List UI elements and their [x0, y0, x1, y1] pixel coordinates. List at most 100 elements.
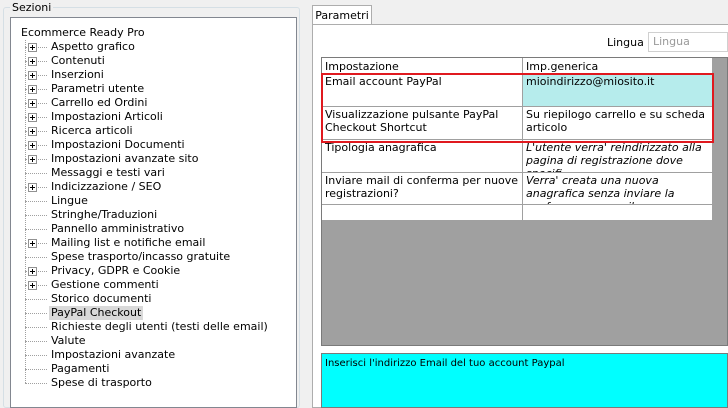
setting-value[interactable]: L'utente verra' reindirizzato alla pagin…	[523, 140, 713, 172]
tree-item-label: Spese di trasporto	[51, 376, 152, 389]
tree-root-label: Ecommerce Ready Pro	[21, 26, 145, 39]
column-header-value: Imp.generica	[523, 58, 713, 73]
tree-item[interactable]: Richieste degli utenti (testi delle emai…	[25, 320, 285, 334]
tree-item-label: Lingue	[51, 194, 88, 207]
tree-item-label: Indicizzazione / SEO	[51, 180, 162, 193]
tree-item-label: Mailing list e notifiche email	[51, 236, 206, 249]
setting-name: Visualizzazione pulsante PayPal Checkout…	[322, 107, 523, 139]
sections-title: Sezioni	[10, 1, 54, 14]
setting-value-input[interactable]: mioindirizzo@miosito.it	[523, 74, 713, 106]
setting-value[interactable]	[523, 205, 713, 220]
sections-groupbox: Sezioni Ecommerce Ready Pro Aspetto graf…	[3, 1, 300, 408]
tree-branch-line	[25, 299, 47, 300]
tree-item[interactable]: Ricerca articoli	[25, 124, 285, 138]
expand-plus-icon[interactable]	[28, 99, 37, 108]
column-header-setting: Impostazione	[322, 58, 523, 73]
tree-item[interactable]: Storico documenti	[25, 292, 285, 306]
tree-branch-line	[25, 327, 47, 328]
expand-plus-icon[interactable]	[28, 155, 37, 164]
tree-item-label: Gestione commenti	[51, 278, 159, 291]
table-row-empty[interactable]	[322, 205, 713, 221]
expand-plus-icon[interactable]	[28, 239, 37, 248]
tree-item[interactable]: Spese trasporto/incasso gratuite	[25, 250, 285, 264]
tree-item-label: Parametri utente	[51, 82, 145, 95]
expand-plus-icon[interactable]	[28, 57, 37, 66]
tree-item[interactable]: Impostazioni avanzate sito	[25, 152, 285, 166]
language-select[interactable]: Lingua default	[648, 32, 728, 52]
tree-item[interactable]: Impostazioni Articoli	[25, 110, 285, 124]
expand-plus-icon[interactable]	[28, 71, 37, 80]
expand-plus-icon[interactable]	[28, 141, 37, 150]
tree-item[interactable]: Stringhe/Traduzioni	[25, 208, 285, 222]
tree-item-label: Storico documenti	[51, 292, 152, 305]
table-row[interactable]: Email account PayPal mioindirizzo@miosit…	[322, 74, 713, 107]
tree-branch-line	[25, 369, 47, 370]
table-row[interactable]: Visualizzazione pulsante PayPal Checkout…	[322, 107, 713, 140]
settings-table: Impostazione Imp.generica Email account …	[322, 58, 713, 221]
settings-grid: Impostazione Imp.generica Email account …	[321, 57, 728, 346]
tree-root[interactable]: Ecommerce Ready Pro	[19, 26, 147, 40]
tree-item[interactable]: Valute	[25, 334, 285, 348]
tree-item-label: Ricerca articoli	[51, 124, 133, 137]
tree-branch-line	[25, 173, 47, 174]
expand-plus-icon[interactable]	[28, 43, 37, 52]
tree-item-label: Impostazioni avanzate sito	[51, 152, 199, 165]
tree-item[interactable]: Gestione commenti	[25, 278, 285, 292]
expand-plus-icon[interactable]	[28, 127, 37, 136]
tree-item-label: Privacy, GDPR e Cookie	[51, 264, 181, 277]
tree-branch-line	[25, 383, 47, 384]
tree-branch-line	[25, 229, 47, 230]
table-row[interactable]: Inviare mail di conferma per nuove regis…	[322, 173, 713, 205]
expand-plus-icon[interactable]	[28, 281, 37, 290]
tree-item-label: Aspetto grafico	[51, 40, 135, 53]
tree-item[interactable]: Pagamenti	[25, 362, 285, 376]
tree-item[interactable]: Indicizzazione / SEO	[25, 180, 285, 194]
tree-item[interactable]: Carrello ed Ordini	[25, 96, 285, 110]
tree-item[interactable]: Aspetto grafico	[25, 40, 285, 54]
tree-item-label: Valute	[51, 334, 86, 347]
tree-item-label: Carrello ed Ordini	[51, 96, 148, 109]
tree-item[interactable]: Contenuti	[25, 54, 285, 68]
tree-item-label: Messaggi e testi vari	[51, 166, 165, 179]
tree-item[interactable]: Pannello amministrativo	[25, 222, 285, 236]
setting-name	[322, 205, 523, 220]
tree-item[interactable]: Inserzioni	[25, 68, 285, 82]
tree-item-label: Impostazioni Documenti	[51, 138, 185, 151]
expand-plus-icon[interactable]	[28, 183, 37, 192]
tree-branch-line	[25, 201, 47, 202]
setting-name: Email account PayPal	[322, 74, 523, 106]
sections-tree[interactable]: Ecommerce Ready Pro Aspetto grafico Conte…	[10, 17, 297, 408]
tree-item[interactable]: PayPal Checkout	[25, 306, 285, 320]
tree-item-label: Contenuti	[51, 54, 105, 67]
tab-parametri[interactable]: Parametri	[312, 5, 372, 25]
tree-item-label: Pannello amministrativo	[51, 222, 185, 235]
tree-item[interactable]: Parametri utente	[25, 82, 285, 96]
setting-value[interactable]: Verra' creata una nuova anagrafica senza…	[523, 173, 713, 204]
setting-description: Inserisci l'indirizzo Email del tuo acco…	[321, 353, 728, 408]
tree-item-label: Spese trasporto/incasso gratuite	[51, 250, 231, 263]
table-row[interactable]: Tipologia anagrafica L'utente verra' rei…	[322, 140, 713, 173]
tree-item[interactable]: Messaggi e testi vari	[25, 166, 285, 180]
tree-item-label: Stringhe/Traduzioni	[51, 208, 158, 221]
tree-branch-line	[25, 313, 47, 314]
expand-plus-icon[interactable]	[28, 85, 37, 94]
tree-item[interactable]: Impostazioni Documenti	[25, 138, 285, 152]
setting-name: Inviare mail di conferma per nuove regis…	[322, 173, 523, 204]
tree-item-label: Impostazioni avanzate	[51, 348, 176, 361]
tree-item-label: PayPal Checkout	[49, 306, 144, 320]
setting-value[interactable]: Su riepilogo carrello e su scheda artico…	[523, 107, 713, 139]
tree-branch-line	[25, 257, 47, 258]
tree-item[interactable]: Privacy, GDPR e Cookie	[25, 264, 285, 278]
tree-branch-line	[25, 355, 47, 356]
grid-header-row: Impostazione Imp.generica	[322, 58, 713, 74]
expand-plus-icon[interactable]	[28, 113, 37, 122]
tree-branch-line	[25, 215, 47, 216]
tree-item[interactable]: Impostazioni avanzate	[25, 348, 285, 362]
tree-item-label: Impostazioni Articoli	[51, 110, 163, 123]
tree-item-label: Richieste degli utenti (testi delle emai…	[51, 320, 268, 333]
tree-item[interactable]: Lingue	[25, 194, 285, 208]
expand-plus-icon[interactable]	[28, 267, 37, 276]
tree-item-label: Pagamenti	[51, 362, 110, 375]
tree-item[interactable]: Mailing list e notifiche email	[25, 236, 285, 250]
tree-item[interactable]: Spese di trasporto	[25, 376, 285, 390]
